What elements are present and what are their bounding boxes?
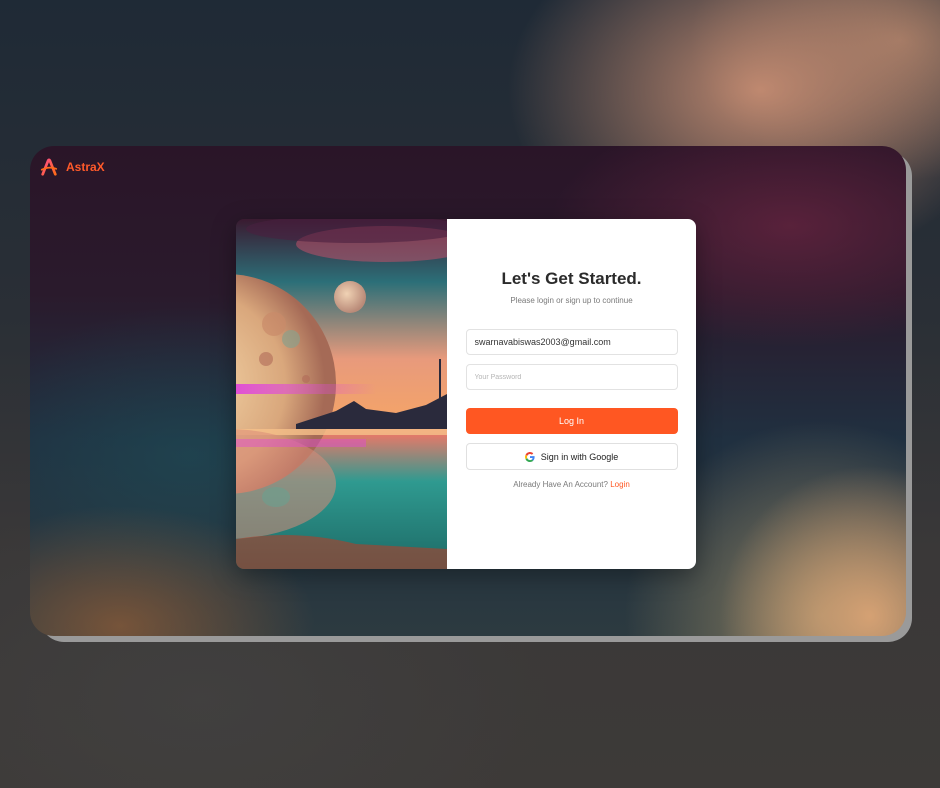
account-prompt-text: Already Have An Account? <box>513 480 608 489</box>
log-in-button[interactable]: Log In <box>465 408 678 434</box>
astrax-logo-icon <box>40 158 58 176</box>
password-field[interactable] <box>465 364 678 390</box>
brand-name: AstraX <box>66 160 105 174</box>
page-title: Let's Get Started. <box>501 269 642 288</box>
page-subtitle: Please login or sign up to continue <box>510 296 633 305</box>
google-sign-in-button[interactable]: Sign in with Google <box>465 443 678 470</box>
brand-header[interactable]: AstraX <box>40 158 105 176</box>
planet-artwork <box>236 219 447 569</box>
email-field[interactable] <box>465 329 678 355</box>
login-form-panel: Let's Get Started. Please login or sign … <box>447 219 696 569</box>
app-screen: AstraX Let's Get Started. Please login o… <box>30 146 906 636</box>
account-prompt: Already Have An Account? Login <box>513 480 630 489</box>
google-button-label: Sign in with Google <box>540 451 619 462</box>
login-link[interactable]: Login <box>610 480 630 489</box>
google-icon <box>524 451 535 462</box>
login-card: Let's Get Started. Please login or sign … <box>236 219 696 569</box>
